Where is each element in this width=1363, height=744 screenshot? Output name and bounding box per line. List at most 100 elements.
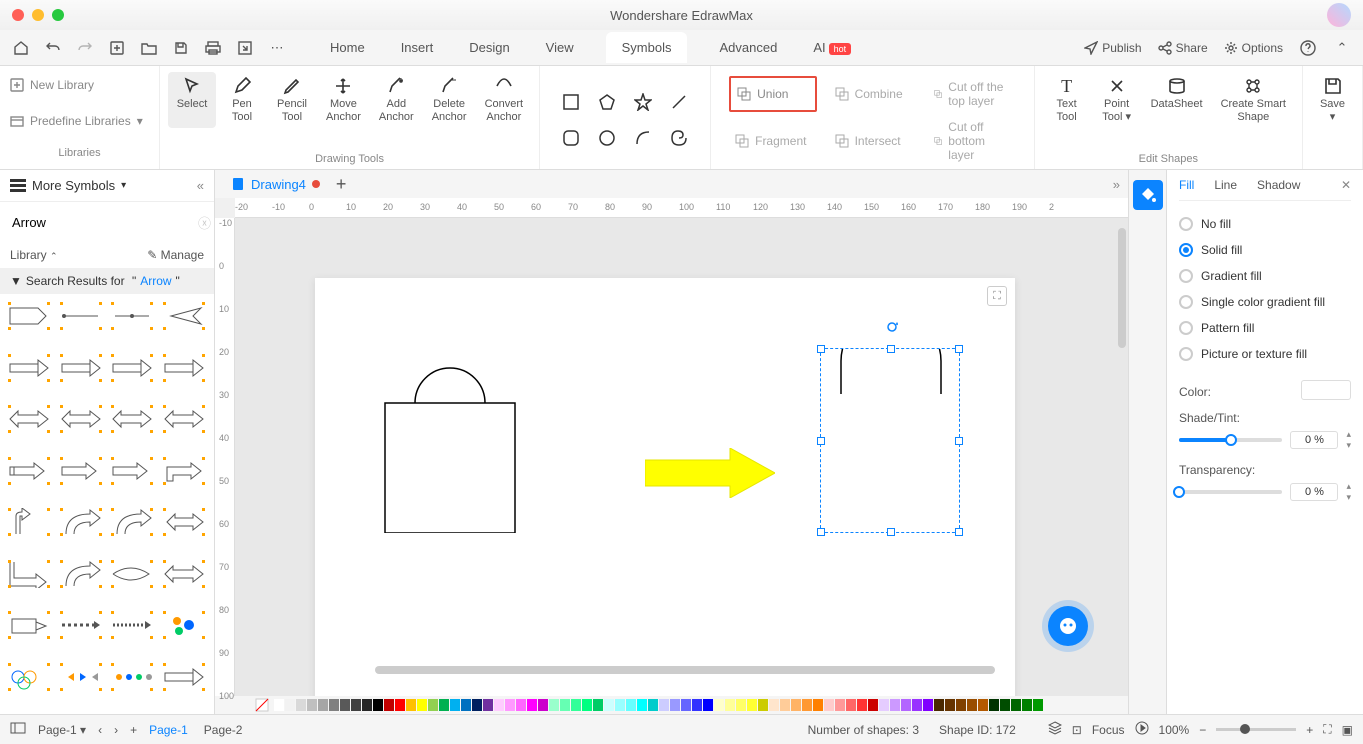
color-chip[interactable]: [934, 699, 944, 711]
arrow-shape-item[interactable]: [60, 663, 102, 691]
color-chip[interactable]: [890, 699, 900, 711]
fill-option[interactable]: Pattern fill: [1179, 315, 1351, 341]
tab-view[interactable]: View: [542, 32, 578, 63]
color-chip[interactable]: [1011, 699, 1021, 711]
more-icon[interactable]: ⋯: [268, 39, 286, 57]
arrow-shape-item[interactable]: [111, 457, 153, 485]
zoom-out-icon[interactable]: −: [1199, 723, 1206, 737]
zoom-slider[interactable]: [1216, 728, 1296, 731]
rotate-handle[interactable]: [886, 321, 898, 333]
color-chip[interactable]: [945, 699, 955, 711]
color-chip[interactable]: [318, 699, 328, 711]
prev-page-icon[interactable]: ‹: [98, 723, 102, 737]
color-chip[interactable]: [450, 699, 460, 711]
collapse-ribbon-icon[interactable]: ⌃: [1333, 39, 1351, 57]
save-icon[interactable]: [172, 39, 190, 57]
datasheet-button[interactable]: DataSheet: [1143, 72, 1211, 128]
color-chip[interactable]: [1000, 699, 1010, 711]
tab-advanced[interactable]: Advanced: [715, 32, 781, 63]
shade-value[interactable]: 0 %: [1290, 431, 1338, 449]
color-chip[interactable]: [461, 699, 471, 711]
color-chip[interactable]: [846, 699, 856, 711]
arrow-shape-item[interactable]: [163, 302, 205, 330]
color-chip[interactable]: [747, 699, 757, 711]
new-library-button[interactable]: New Library: [10, 74, 94, 96]
color-chip[interactable]: [802, 699, 812, 711]
color-chip[interactable]: [1033, 699, 1043, 711]
color-chip[interactable]: [791, 699, 801, 711]
page-tab-2[interactable]: Page-2: [204, 723, 243, 737]
color-chip[interactable]: [780, 699, 790, 711]
add-page-icon[interactable]: +: [130, 723, 137, 737]
color-chip[interactable]: [659, 699, 669, 711]
print-icon[interactable]: [204, 39, 222, 57]
color-chip[interactable]: [703, 699, 713, 711]
color-chip[interactable]: [681, 699, 691, 711]
intersect-button[interactable]: Intersect: [829, 116, 917, 166]
color-chip[interactable]: [692, 699, 702, 711]
color-chip[interactable]: [923, 699, 933, 711]
color-chip[interactable]: [967, 699, 977, 711]
color-chip[interactable]: [956, 699, 966, 711]
tab-ai[interactable]: AIhot: [809, 32, 855, 63]
arc-shape[interactable]: [628, 123, 658, 153]
line-shape[interactable]: [664, 87, 694, 117]
union-button[interactable]: Union: [729, 76, 816, 112]
layers-icon[interactable]: [1048, 721, 1062, 738]
rounded-rect-shape[interactable]: [556, 123, 586, 153]
fragment-button[interactable]: Fragment: [729, 116, 816, 166]
tab-home[interactable]: Home: [326, 32, 369, 63]
color-chip[interactable]: [604, 699, 614, 711]
color-chip[interactable]: [340, 699, 350, 711]
color-chip[interactable]: [505, 699, 515, 711]
home-icon[interactable]: [12, 39, 30, 57]
color-chip[interactable]: [472, 699, 482, 711]
arrow-shape-item[interactable]: [8, 611, 50, 639]
fill-option[interactable]: No fill: [1179, 211, 1351, 237]
fill-tab[interactable]: Fill: [1179, 178, 1194, 192]
text-tool[interactable]: TText Tool: [1043, 72, 1091, 128]
export-icon[interactable]: [236, 39, 254, 57]
scrollbar-vertical[interactable]: [1118, 228, 1126, 348]
chat-assistant-button[interactable]: [1048, 606, 1088, 646]
color-chip[interactable]: [549, 699, 559, 711]
arrow-shape-item[interactable]: [163, 663, 205, 691]
arrow-shape-item[interactable]: [163, 611, 205, 639]
color-chip[interactable]: [582, 699, 592, 711]
color-chip[interactable]: [714, 699, 724, 711]
color-chip[interactable]: [593, 699, 603, 711]
arrow-shape-item[interactable]: [111, 611, 153, 639]
source-shape[interactable]: [375, 333, 525, 533]
fullscreen-icon[interactable]: ▣: [1342, 723, 1353, 737]
arrow-shape-item[interactable]: [163, 354, 205, 382]
page-tab-1[interactable]: Page-1: [149, 723, 188, 737]
color-chip[interactable]: [978, 699, 988, 711]
arrow-shape-item[interactable]: [8, 508, 50, 536]
search-results-header[interactable]: ▼Search Results for "Arrow": [0, 268, 214, 294]
zoom-value[interactable]: 100%: [1159, 723, 1190, 737]
scrollbar-horizontal[interactable]: [375, 666, 995, 674]
fill-tool-icon[interactable]: [1133, 180, 1163, 210]
color-chip[interactable]: [494, 699, 504, 711]
arrow-shape-item[interactable]: [8, 663, 50, 691]
fill-option[interactable]: Single color gradient fill: [1179, 289, 1351, 315]
arrow-shape-item[interactable]: [8, 405, 50, 433]
shadow-tab[interactable]: Shadow: [1257, 178, 1300, 192]
star-shape[interactable]: [628, 87, 658, 117]
arrow-shape-item[interactable]: [60, 508, 102, 536]
clear-search-icon[interactable]: ⓧ: [198, 213, 211, 232]
search-input[interactable]: [8, 211, 192, 234]
no-color-icon[interactable]: [255, 698, 269, 712]
delete-anchor-tool[interactable]: Delete Anchor: [424, 72, 475, 128]
arrow-shape-item[interactable]: [163, 457, 205, 485]
selection-box[interactable]: [820, 348, 960, 533]
maximize-window[interactable]: [52, 9, 64, 21]
close-window[interactable]: [12, 9, 24, 21]
color-chip[interactable]: [571, 699, 581, 711]
color-chip[interactable]: [417, 699, 427, 711]
expand-panel-icon[interactable]: »: [1113, 177, 1120, 192]
color-chip[interactable]: [527, 699, 537, 711]
tab-design[interactable]: Design: [465, 32, 513, 63]
color-chip[interactable]: [835, 699, 845, 711]
page[interactable]: ⛶: [315, 278, 1015, 696]
